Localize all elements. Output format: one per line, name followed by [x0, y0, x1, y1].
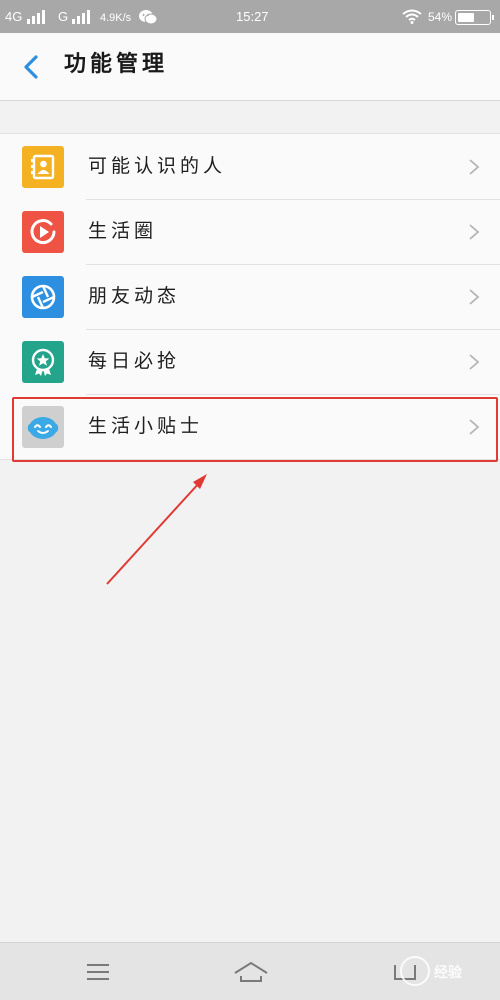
list-item-life-tips[interactable]: 生活小贴士 — [0, 394, 500, 459]
chevron-right-icon — [469, 224, 480, 240]
network-speed: 4.9K/s — [100, 12, 132, 24]
battery-icon — [455, 10, 494, 25]
menu-button[interactable] — [78, 956, 118, 988]
status-bar: 4G G 4.9K/s 15:27 54% — [0, 0, 500, 33]
aperture-icon — [22, 276, 64, 318]
back-button[interactable] — [12, 47, 52, 87]
home-button[interactable] — [231, 956, 271, 988]
chevron-right-icon — [469, 159, 480, 175]
contacts-icon — [22, 146, 64, 188]
back-icon — [394, 965, 416, 980]
list-item-friends-activity[interactable]: 朋友动态 — [0, 264, 500, 329]
chevron-right-icon — [469, 289, 480, 305]
page-title: 功能管理 — [64, 52, 169, 77]
feature-list: 可能认识的人 生活圈 朋友动态 每日必抢 生活小贴士 — [0, 133, 500, 460]
badge-star-icon — [22, 341, 64, 383]
wechat-icon — [139, 10, 158, 25]
list-item-people-you-may-know[interactable]: 可能认识的人 — [0, 134, 500, 199]
list-item-label: 朋友动态 — [88, 285, 181, 307]
wifi-icon — [402, 9, 422, 24]
chevron-left-icon — [24, 55, 38, 79]
play-circle-icon — [22, 211, 64, 253]
system-nav-bar — [0, 942, 500, 1000]
list-item-label: 可能认识的人 — [88, 155, 227, 177]
home-icon — [234, 961, 268, 982]
chevron-right-icon — [469, 419, 480, 435]
chevron-right-icon — [469, 354, 480, 370]
list-item-label: 生活圈 — [88, 220, 158, 242]
network-type-4g: 4G — [5, 9, 23, 24]
smiley-face-icon — [22, 406, 64, 448]
back-nav-button[interactable] — [385, 956, 425, 988]
list-item-life-circle[interactable]: 生活圈 — [0, 199, 500, 264]
menu-icon — [87, 964, 109, 980]
signal-icon — [27, 10, 47, 24]
list-item-daily-deals[interactable]: 每日必抢 — [0, 329, 500, 394]
list-item-label: 每日必抢 — [88, 350, 181, 372]
signal-icon — [72, 10, 92, 24]
clock: 15:27 — [236, 9, 269, 24]
app-header: 功能管理 — [0, 33, 500, 101]
list-item-label: 生活小贴士 — [88, 415, 204, 437]
network-type-g: G — [58, 9, 69, 24]
battery-percent: 54% — [428, 10, 453, 24]
